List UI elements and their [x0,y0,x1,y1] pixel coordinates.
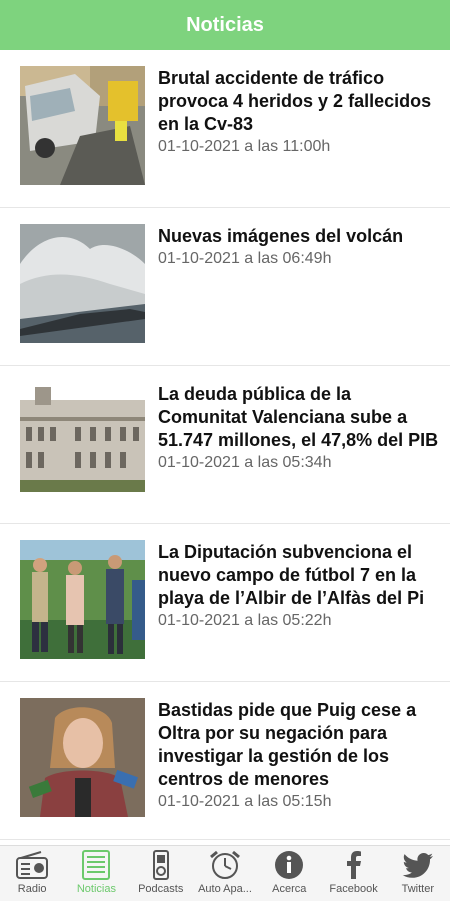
news-thumbnail [20,540,145,659]
news-item[interactable]: Brutal accidente de tráfico provoca 4 he… [0,50,450,208]
tab-facebook[interactable]: Facebook [321,846,385,901]
tab-podcasts[interactable]: Podcasts [129,846,193,901]
tab-label: Acerca [272,883,307,895]
news-date: 01-10-2021 a las 05:34h [158,454,332,471]
news-date: 01-10-2021 a las 05:22h [158,612,332,629]
news-thumbnail [20,382,145,501]
tab-label: Radio [17,883,47,895]
tab-acerca[interactable]: Acerca [257,846,321,901]
news-item[interactable]: La Diputación subvenciona el nuevo campo… [0,524,450,682]
tab-radio[interactable]: Radio [0,846,64,901]
tab-label: Twitter [401,883,435,895]
news-headline[interactable]: Nuevas imágenes del volcán [158,225,440,248]
tab-auto-apagado[interactable]: Auto Apa... [193,846,257,901]
news-thumbnail [20,224,145,343]
info-icon [272,849,306,881]
news-item[interactable]: Nuevas imágenes del volcán 01-10-2021 a … [0,208,450,366]
tab-label: Noticias [76,883,116,895]
news-thumbnail [20,698,145,817]
radio-icon [15,849,49,881]
bottom-tab-bar: Radio Noticias Podcasts Auto Apa... Acer… [0,845,450,901]
news-item[interactable]: La deuda pública de la Comunitat Valenci… [0,366,450,524]
news-headline[interactable]: Brutal accidente de tráfico provoca 4 he… [158,67,440,136]
app-header: Noticias [0,0,450,50]
podcast-icon [144,849,178,881]
news-headline[interactable]: Bastidas pide que Puig cese a Oltra por … [158,699,440,791]
news-date: 01-10-2021 a las 11:00h [158,138,331,155]
twitter-icon [401,849,435,881]
alarm-clock-icon [208,849,242,881]
news-thumbnail [20,66,145,185]
tab-label: Auto Apa... [198,883,252,895]
news-headline[interactable]: La deuda pública de la Comunitat Valenci… [158,383,440,452]
tab-label: Podcasts [138,883,184,895]
tab-noticias[interactable]: Noticias [64,846,128,901]
news-date: 01-10-2021 a las 06:49h [158,250,332,267]
page-title: Noticias [186,13,264,36]
facebook-icon [337,849,371,881]
tab-label: Facebook [329,883,378,895]
tab-twitter[interactable]: Twitter [386,846,450,901]
news-icon [79,849,113,881]
news-headline[interactable]: La Diputación subvenciona el nuevo campo… [158,541,440,610]
news-date: 01-10-2021 a las 05:15h [158,793,332,810]
news-feed[interactable]: Brutal accidente de tráfico provoca 4 he… [0,50,450,845]
news-item[interactable]: Bastidas pide que Puig cese a Oltra por … [0,682,450,840]
